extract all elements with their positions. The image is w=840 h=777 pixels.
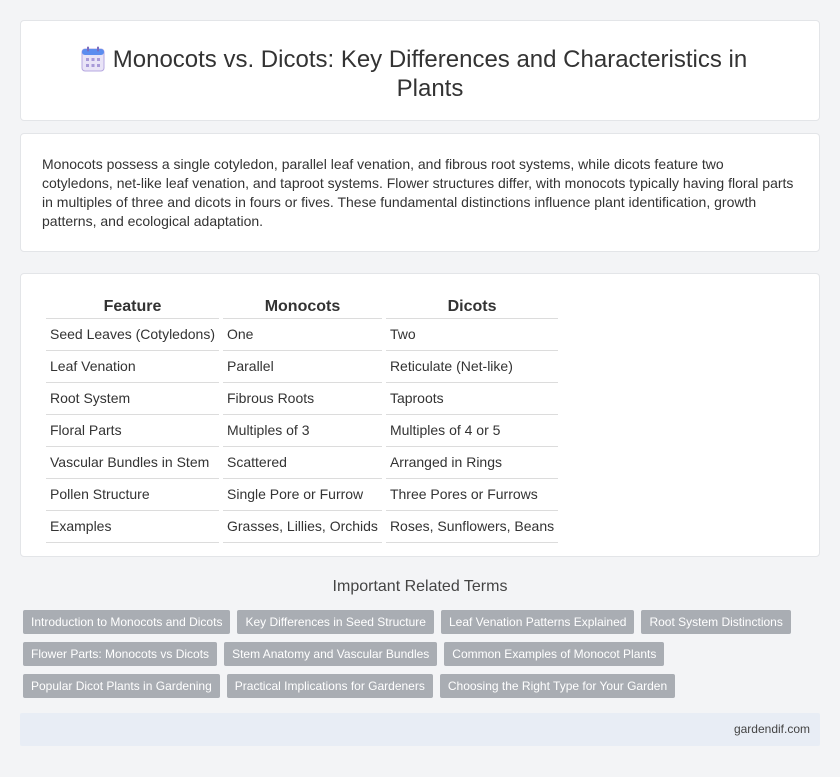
related-terms-heading: Important Related Terms [332, 578, 508, 595]
table-cell: Pollen Structure [46, 479, 219, 511]
table-cell: Reticulate (Net-like) [385, 351, 559, 383]
table-row: Floral Parts Multiples of 3 Multiples of… [46, 415, 559, 447]
tag-row: Introduction to Monocots and Dicots Key … [23, 610, 803, 634]
table-header-row: Feature Monocots Dicots [46, 296, 559, 319]
table-cell: Leaf Venation [46, 351, 219, 383]
table-cell: Grasses, Lillies, Orchids [223, 511, 382, 543]
related-term-link[interactable]: Common Examples of Monocot Plants [444, 642, 665, 666]
related-term-link[interactable]: Popular Dicot Plants in Gardening [23, 674, 220, 698]
table-cell: Multiples of 3 [223, 415, 382, 447]
related-term-link[interactable]: Root System Distinctions [641, 610, 791, 634]
table-row: Root System Fibrous Roots Taproots [46, 383, 559, 415]
table-row: Pollen Structure Single Pore or Furrow T… [46, 479, 559, 511]
summary-text: Monocots possess a single cotyledon, par… [42, 156, 794, 229]
tag-row: Flower Parts: Monocots vs Dicots Stem An… [23, 642, 803, 666]
table-cell: Roses, Sunflowers, Beans [385, 511, 559, 543]
table-cell: Root System [46, 383, 219, 415]
table-cell: Three Pores or Furrows [385, 479, 559, 511]
table-cell: One [223, 319, 382, 351]
comparison-table: Feature Monocots Dicots Seed Leaves (Cot… [42, 296, 562, 543]
column-header-dicots: Dicots [385, 296, 559, 319]
page-title: Monocots vs. Dicots: Key Differences and… [112, 46, 748, 102]
column-header-feature: Feature [46, 296, 219, 319]
table-row: Seed Leaves (Cotyledons) One Two [46, 319, 559, 351]
tag-row: Popular Dicot Plants in Gardening Practi… [23, 674, 803, 698]
table-cell: Fibrous Roots [223, 383, 382, 415]
table-cell: Vascular Bundles in Stem [46, 447, 219, 479]
table-cell: Two [385, 319, 559, 351]
related-term-link[interactable]: Key Differences in Seed Structure [237, 610, 434, 634]
summary-card: Monocots possess a single cotyledon, par… [20, 133, 820, 252]
related-term-link[interactable]: Flower Parts: Monocots vs Dicots [23, 642, 218, 666]
table-cell: Multiples of 4 or 5 [385, 415, 559, 447]
related-term-link[interactable]: Practical Implications for Gardeners [226, 674, 433, 698]
site-link[interactable]: gardendif.com [734, 722, 810, 736]
comparison-card: Feature Monocots Dicots Seed Leaves (Cot… [20, 273, 820, 557]
related-terms-list: Introduction to Monocots and Dicots Key … [23, 610, 803, 706]
related-term-link[interactable]: Leaf Venation Patterns Explained [440, 610, 635, 634]
related-term-link[interactable]: Introduction to Monocots and Dicots [23, 610, 231, 634]
table-cell: Single Pore or Furrow [223, 479, 382, 511]
related-term-link[interactable]: Choosing the Right Type for Your Garden [439, 674, 676, 698]
table-cell: Seed Leaves (Cotyledons) [46, 319, 219, 351]
table-cell: Scattered [223, 447, 382, 479]
footer: gardendif.com [20, 713, 820, 746]
table-cell: Parallel [223, 351, 382, 383]
table-cell: Arranged in Rings [385, 447, 559, 479]
table-cell: Floral Parts [46, 415, 219, 447]
table-cell: Taproots [385, 383, 559, 415]
table-cell: Examples [46, 511, 219, 543]
column-header-monocots: Monocots [223, 296, 382, 319]
table-row: Examples Grasses, Lillies, Orchids Roses… [46, 511, 559, 543]
table-row: Vascular Bundles in Stem Scattered Arran… [46, 447, 559, 479]
table-row: Leaf Venation Parallel Reticulate (Net-l… [46, 351, 559, 383]
related-term-link[interactable]: Stem Anatomy and Vascular Bundles [224, 642, 438, 666]
header-card: Monocots vs. Dicots: Key Differences and… [20, 20, 820, 121]
